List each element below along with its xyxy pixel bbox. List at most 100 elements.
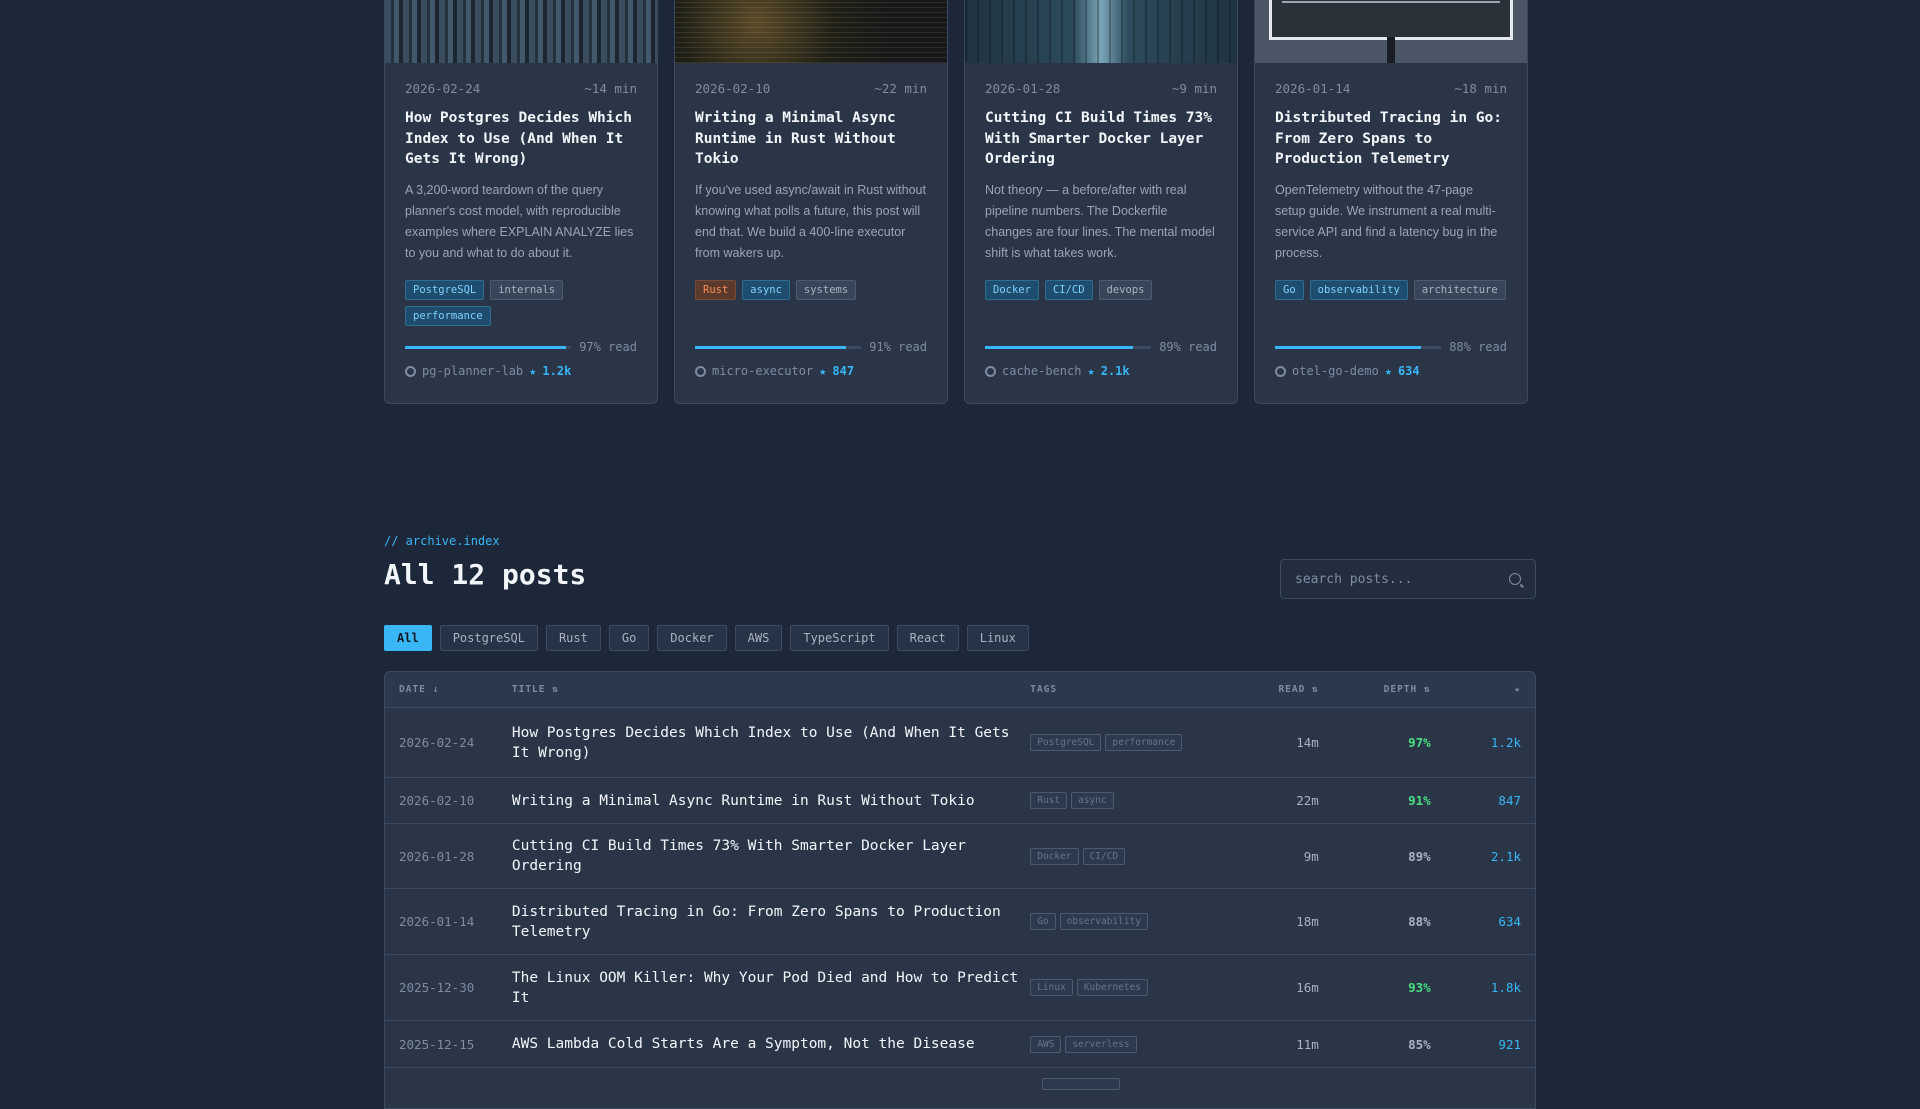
read-time: ~14 min [584,81,637,96]
table-row[interactable]: 2026-02-24 How Postgres Decides Which In… [385,708,1535,778]
row-stars: 847 [1498,793,1521,808]
tag[interactable]: architecture [1413,280,1506,300]
row-title[interactable]: How Postgres Decides Which Index to Use … [512,723,1030,763]
column-header-title[interactable]: TITLE ⇅ [512,680,1030,700]
column-header-depth[interactable]: DEPTH ⇅ [1319,684,1431,695]
tag[interactable]: Kubernetes [1076,979,1148,996]
tag[interactable]: observability [1059,913,1148,930]
star-icon: ★ [1384,364,1392,378]
posts-table: DATE ↓ TITLE ⇅ TAGS READ ⇅ DEPTH ⇅ ★ 202… [384,671,1536,1109]
tag-list: Docker CI/CD devops [985,280,1217,330]
repo-link[interactable]: micro-executor [712,364,813,378]
search-icon [1509,573,1521,585]
repo-link[interactable]: pg-planner-lab [422,364,523,378]
row-date: 2026-02-24 [399,735,475,750]
row-title[interactable]: The Linux OOM Killer: Why Your Pod Died … [512,968,1030,1008]
read-progress-bar [1275,345,1442,349]
post-card[interactable]: 2026-02-24 ~14 min How Postgres Decides W… [384,0,658,404]
read-time: ~9 min [1171,81,1217,96]
post-card[interactable]: 2026-02-10 ~22 min Writing a Minimal Asyn… [674,0,948,404]
archive-section: // archive.index All 12 posts search pos… [384,534,1536,1109]
row-title[interactable]: Writing a Minimal Async Runtime in Rust … [512,791,1030,811]
post-thumbnail [965,0,1237,63]
table-row[interactable]: 2025-12-15 AWS Lambda Cold Starts Are a … [385,1021,1535,1068]
tag[interactable]: Go [1275,280,1304,300]
filter-chip-go[interactable]: Go [608,625,650,651]
post-title[interactable]: How Postgres Decides Which Index to Use … [405,108,637,170]
post-card[interactable]: 2026-01-14 ~18 min Distributed Tracing in… [1254,0,1528,404]
filter-bar: All PostgreSQL Rust Go Docker AWS TypeSc… [384,625,1536,651]
read-progress-fill [405,345,567,349]
tag[interactable]: CI/CD [1044,280,1093,300]
filter-chip-linux[interactable]: Linux [966,625,1029,651]
tag[interactable]: Docker [1030,847,1079,865]
row-title[interactable]: AWS Lambda Cold Starts Are a Symptom, No… [512,1034,1030,1054]
row-read: 11m [1296,1036,1319,1052]
star-icon: ★ [1087,364,1095,378]
read-progress-label: 89% read [1159,340,1217,354]
tag[interactable]: PostgreSQL [1030,734,1102,751]
row-stars: 634 [1498,914,1521,929]
post-title[interactable]: Distributed Tracing in Go: From Zero Spa… [1275,108,1507,170]
tag[interactable]: PostgreSQL [405,280,485,300]
column-header-stars[interactable]: ★ [1431,684,1535,695]
row-date: 2026-01-28 [399,848,475,864]
post-description: If you've used async/await in Rust witho… [695,183,926,260]
tag[interactable]: systems [795,280,857,300]
filter-chip-all[interactable]: All [384,625,432,651]
tag[interactable]: Docker [985,280,1039,300]
row-tags: AWS serverless [1030,1035,1197,1053]
row-read: 9m [1303,848,1319,864]
tag[interactable]: AWS [1030,1035,1062,1053]
table-row[interactable]: 2026-01-28 Cutting CI Build Times 73% Wi… [385,824,1535,889]
star-icon: ★ [529,364,537,378]
table-row[interactable]: 2025-12-30 The Linux OOM Killer: Why You… [385,955,1535,1021]
tag[interactable]: observability [1309,280,1408,300]
tag[interactable]: serverless [1065,1035,1137,1053]
post-title[interactable]: Cutting CI Build Times 73% With Smarter … [985,108,1217,170]
tag[interactable]: performance [405,306,491,326]
section-kicker: // archive.index [384,534,500,548]
filter-chip-rust[interactable]: Rust [545,625,601,651]
search-input[interactable]: search posts... [1280,559,1536,599]
filter-chip-react[interactable]: React [896,625,959,651]
tag[interactable]: devops [1098,280,1153,300]
tag[interactable]: performance [1105,734,1183,751]
row-depth: 85% [1408,1036,1431,1052]
github-icon [405,365,416,377]
tag[interactable]: Go [1030,913,1056,930]
tag[interactable]: Rust [695,280,737,300]
filter-chip-postgresql[interactable]: PostgreSQL [439,625,538,651]
column-header-date[interactable]: DATE ↓ [385,684,512,695]
filter-chip-aws[interactable]: AWS [734,625,783,651]
column-header-read[interactable]: READ ⇅ [1197,684,1319,695]
row-title[interactable]: Distributed Tracing in Go: From Zero Spa… [512,902,1030,942]
repo-link[interactable]: cache-bench [1002,364,1081,378]
github-icon [1275,365,1286,377]
search-placeholder: search posts... [1295,571,1413,587]
repo-link[interactable]: otel-go-demo [1292,364,1379,378]
tag[interactable]: internals [490,280,564,300]
tag-list: PostgreSQL internals performance [405,280,637,330]
table-row-partial[interactable] [385,1068,1535,1108]
row-stars: 2.1k [1490,848,1521,864]
row-date: 2026-02-10 [399,793,475,808]
tag[interactable]: Rust [1030,792,1068,809]
row-title[interactable]: Cutting CI Build Times 73% With Smarter … [512,836,1030,876]
row-date: 2025-12-15 [399,1036,475,1052]
post-thumbnail [1255,0,1527,63]
tag[interactable]: async [742,280,790,300]
post-date: 2026-02-10 [695,81,771,96]
post-card[interactable]: 2026-01-28 ~9 min Cutting CI Build Times … [964,0,1238,404]
read-progress-bar [695,345,862,349]
table-row[interactable]: 2026-01-14 Distributed Tracing in Go: Fr… [385,889,1535,955]
tag[interactable]: CI/CD [1082,847,1126,865]
tag[interactable]: async [1071,792,1114,809]
tag[interactable]: Linux [1030,979,1073,996]
row-date: 2026-01-14 [399,914,475,929]
filter-chip-docker[interactable]: Docker [657,625,727,651]
post-title[interactable]: Writing a Minimal Async Runtime in Rust … [695,108,927,170]
filter-chip-typescript[interactable]: TypeScript [790,625,889,651]
read-time: ~22 min [874,81,927,96]
table-row[interactable]: 2026-02-10 Writing a Minimal Async Runti… [385,778,1535,824]
